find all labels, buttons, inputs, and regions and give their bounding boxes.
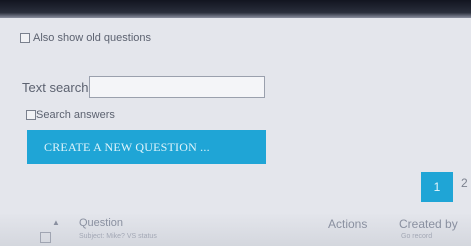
old-questions-label: Also show old questions xyxy=(33,32,152,44)
column-header-actions: Actions xyxy=(328,217,368,231)
old-questions-checkbox[interactable] xyxy=(20,33,30,43)
page-1-button[interactable]: 1 xyxy=(421,172,453,202)
search-answers-option[interactable]: Search answers xyxy=(26,109,115,121)
row-question-preview: Subject: Mike? VS status xyxy=(79,233,157,240)
sort-up-icon[interactable]: ▲ xyxy=(52,218,60,227)
column-header-question[interactable]: Question xyxy=(79,217,123,229)
column-header-created-by[interactable]: Created by xyxy=(399,217,458,231)
old-questions-option[interactable]: Also show old questions xyxy=(20,32,151,44)
top-bar xyxy=(0,0,471,18)
search-answers-checkbox[interactable] xyxy=(26,110,36,120)
text-search-input[interactable] xyxy=(89,76,266,98)
text-search-row: Text search xyxy=(22,76,266,98)
create-question-button[interactable]: CREATE A NEW QUESTION ... xyxy=(27,130,266,164)
row-created-by: Go record xyxy=(401,233,433,240)
text-search-label: Text search xyxy=(22,79,89,95)
row-checkbox[interactable] xyxy=(40,232,51,243)
search-answers-label: Search answers xyxy=(36,109,115,121)
page-2-link[interactable]: 2 xyxy=(461,176,468,190)
